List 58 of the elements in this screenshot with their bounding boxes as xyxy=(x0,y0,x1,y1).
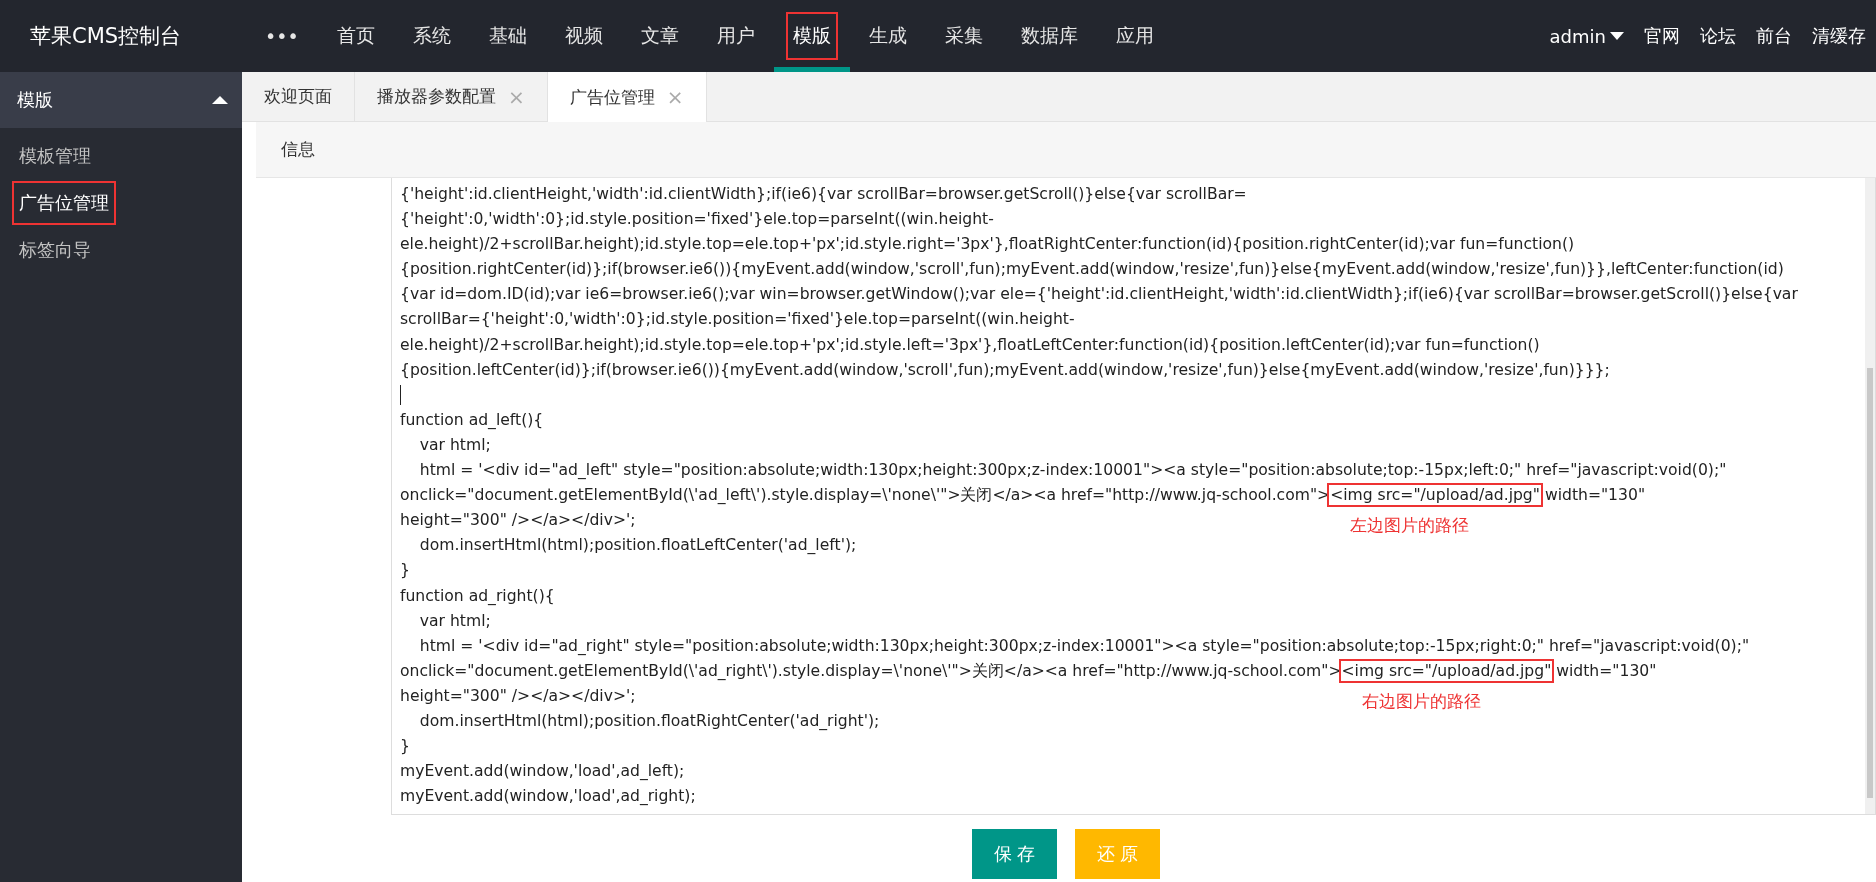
code-line: myEvent.add(window,'load',ad_left); xyxy=(400,762,685,781)
nav-item[interactable]: 视频 xyxy=(545,0,622,72)
code-line: scrollBar={'height':0,'width':0};id.style.position='fixed'}ele.top=parseInt((win.height- xyxy=(400,310,1075,329)
nav-item[interactable]: 用户 xyxy=(697,0,774,72)
section-title: 信息 xyxy=(281,138,315,161)
code-line: } xyxy=(400,737,410,756)
code-line: onclick="document.getElementById(\'ad_left\').style.display=\'none\'">关闭</a><a href="http://www.jq-school.com"> xyxy=(400,486,1331,505)
nav-item[interactable]: 数据库 xyxy=(1001,0,1097,72)
code-line: width="130" xyxy=(1543,486,1646,505)
header-link[interactable]: 前台 xyxy=(1746,24,1802,48)
code-line: {'height':0,'width':0};id.style.position='fixed'}ele.top=parseInt((win.height- xyxy=(400,210,994,229)
nav-item[interactable]: 采集 xyxy=(925,0,1002,72)
nav-item[interactable]: 应用 xyxy=(1096,0,1173,72)
code-line: onclick="document.getElementById(\'ad_right\').style.display=\'none\'">关闭</a><a href="http://www.jq-school.com"> xyxy=(400,661,1342,680)
header-link[interactable]: 清缓存 xyxy=(1802,24,1876,48)
code-line: function ad_right(){ xyxy=(400,586,555,605)
highlighted-code: <img src="/upload/ad.jpg" xyxy=(1330,486,1540,505)
tab[interactable]: 欢迎页面 xyxy=(242,72,355,121)
code-line: dom.insertHtml(html);position.floatRightCenter('ad_right'); xyxy=(418,711,880,730)
caret-icon xyxy=(1610,32,1624,40)
nav-item[interactable]: 生成 xyxy=(849,0,926,72)
nav-item[interactable]: 首页 xyxy=(317,0,394,72)
code-line: {'height':id.clientHeight,'width':id.clientWidth};if(ie6){var scrollBar=browser.getScroll()}else{var scrollBar= xyxy=(400,185,1247,203)
tab[interactable]: 播放器参数配置 × xyxy=(355,72,548,121)
code-line: dom.insertHtml(html);position.floatLeftCenter('ad_left'); xyxy=(418,536,857,555)
sidebar-group[interactable]: 模版 xyxy=(0,72,242,128)
user-menu[interactable]: admin xyxy=(1539,25,1634,47)
code-line: ele.height)/2+scrollBar.height);id.style.top=ele.top+'px';id.style.left='3px'},floatLeftCenter:function(id){position.leftCenter(id);var fun=function() xyxy=(400,335,1540,354)
nav-item[interactable]: 基础 xyxy=(469,0,546,72)
header-link[interactable]: 官网 xyxy=(1634,24,1690,48)
annotation: 左边图片的路径 xyxy=(1350,515,1470,536)
annotation: 右边图片的路径 xyxy=(1361,690,1481,711)
highlighted-code: <img src="/upload/ad.jpg" xyxy=(1341,661,1552,680)
code-line: var html; xyxy=(418,611,491,630)
code-line: myEvent.add(window,'load',ad_right); xyxy=(400,787,696,806)
nav-item[interactable]: 文章 xyxy=(621,0,698,72)
code-line: var html; xyxy=(418,435,491,454)
code-line: {position.rightCenter(id)};if(browser.ie6()){myEvent.add(window,'scroll',fun);myEvent.add(window,'resize',fun)}else{myEvent.add(window,'resize',fun)}},leftCenter:function(id) xyxy=(400,260,1784,279)
code-line: } xyxy=(400,561,410,580)
code-line: width="130" xyxy=(1555,661,1657,680)
scrollbar[interactable] xyxy=(1865,178,1875,814)
nav-item[interactable]: ••• xyxy=(246,0,318,72)
code-line: {position.leftCenter(id)};if(browser.ie6()){myEvent.add(window,'scroll',fun);myEvent.add(window,'resize',fun)}else{myEvent.add(window,'resize',fun)}}}; xyxy=(400,360,1610,379)
code-line: ele.height)/2+scrollBar.height);id.style.top=ele.top+'px';id.style.right='3px'},floatRightCenter:function(id){position.rightCenter(id);var fun=function() xyxy=(400,235,1575,254)
sidebar-item[interactable]: 广告位管理 xyxy=(12,180,116,225)
app-title: 苹果CMS控制台 xyxy=(29,23,183,50)
save-button[interactable]: 保 存 xyxy=(972,829,1057,879)
code-line: function ad_left(){ xyxy=(400,410,544,429)
nav-item[interactable]: 系统 xyxy=(393,0,470,72)
header-link[interactable]: 论坛 xyxy=(1690,24,1746,48)
sidebar-item[interactable]: 标签向导 xyxy=(12,227,98,272)
code-line: html = '<div id="ad_left" style="position:absolute;width:130px;height:300px;z-index:10001"><a style="position:absolute;top:-15px;left:0;" href="javascript:void(0);" xyxy=(418,461,1727,480)
code-line: {var id=dom.ID(id);var ie6=browser.ie6();var win=browser.getWindow();var ele={'height':id.clientHeight,'width':id.clientWidth};if(ie6){var scrollBar=browser.getScroll()}else{var xyxy=(400,285,1798,304)
sidebar-item[interactable]: 模板管理 xyxy=(12,133,98,178)
code-line: html = '<div id="ad_right" style="position:absolute;width:130px;height:300px;z-index:10001"><a style="position:absolute;top:-15px;right:0;" href="javascript:void(0);" xyxy=(418,636,1750,655)
code-line: height="300" /></a></div>'; xyxy=(400,686,636,705)
code-line: height="300" /></a></div>'; xyxy=(400,511,636,530)
tab[interactable]: 广告位管理 × xyxy=(547,72,707,122)
